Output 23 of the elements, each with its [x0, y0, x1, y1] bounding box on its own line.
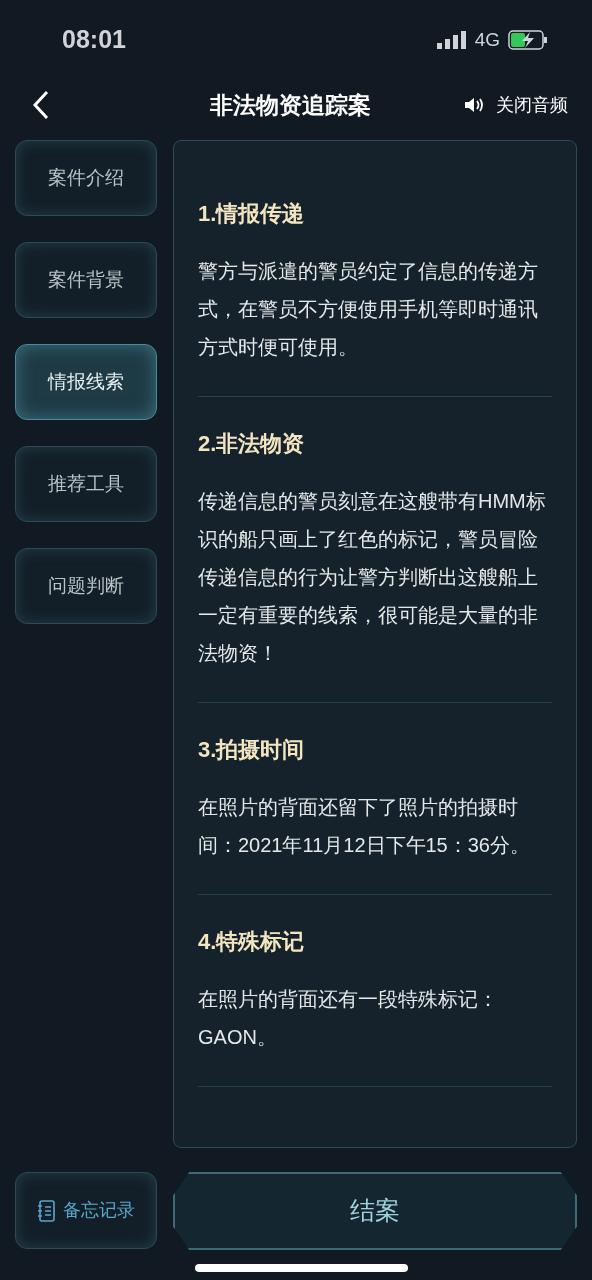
- clue-text: 警方与派遣的警员约定了信息的传递方式，在警员不方便使用手机等即时通讯方式时便可使用。: [198, 259, 539, 360]
- status-time: 08:01: [62, 24, 126, 56]
- sidebar-tab[interactable]: 推荐工具: [15, 446, 157, 522]
- clue-text: 在照片的背面还有一段特殊标记：GAON。: [198, 987, 499, 1050]
- clue-heading: 1.情报传递: [198, 200, 306, 228]
- sidebar-tab[interactable]: 案件介绍: [15, 140, 157, 216]
- network-label: 4G: [474, 27, 500, 52]
- clue-heading: 4.特殊标记: [198, 928, 306, 956]
- clue-heading: 3.拍摄时间: [198, 736, 306, 764]
- sidebar-tab[interactable]: 问题判断: [15, 548, 157, 624]
- close-case-button[interactable]: 结案: [173, 1172, 577, 1250]
- clue-text: 在照片的背面还留下了照片的拍摄时间：2021年11月12日下午15：36分。: [198, 795, 531, 858]
- signal-icon: [436, 31, 467, 49]
- sidebar-tab[interactable]: 情报线索: [15, 344, 157, 420]
- speaker-icon: [464, 96, 484, 114]
- page-title: 非法物资追踪案: [209, 90, 371, 120]
- battery-icon: [508, 30, 548, 50]
- sidebar-tab[interactable]: 案件背景: [15, 242, 157, 318]
- audio-button[interactable]: 关闭音频: [464, 91, 568, 119]
- clue-text: 传递信息的警员刻意在这艘带有HMM标识的船只画上了红色的标记，警员冒险传递信息的行为让警方判断出这艘船上一定有重要的线索，很可能是大量的非法物资！: [198, 489, 547, 666]
- memo-button[interactable]: 备忘记录: [15, 1172, 157, 1249]
- notebook-icon: [37, 1199, 55, 1222]
- clue-heading: 2.非法物资: [198, 430, 306, 458]
